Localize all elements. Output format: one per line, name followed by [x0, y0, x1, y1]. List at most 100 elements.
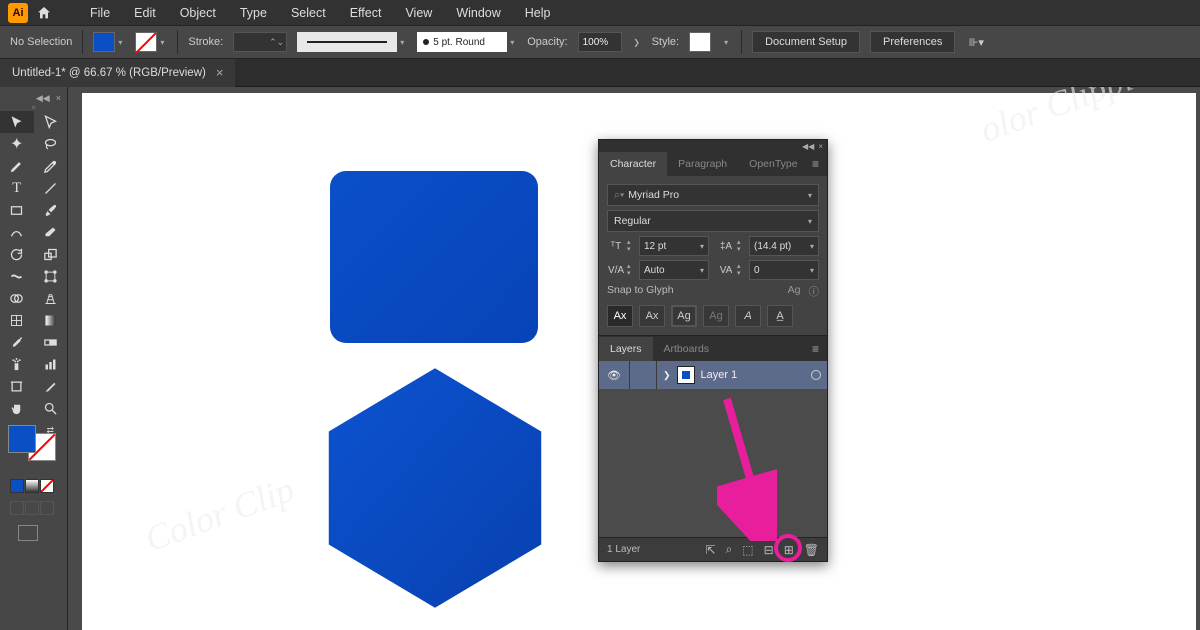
- glyph-btn-1[interactable]: Ax: [607, 305, 633, 327]
- paintbrush-tool[interactable]: [34, 199, 68, 221]
- delete-layer-icon[interactable]: 🗑: [804, 543, 819, 557]
- perspective-tool[interactable]: [34, 287, 68, 309]
- opacity-dropdown[interactable]: ❯: [632, 32, 642, 52]
- opacity-input[interactable]: 100%: [578, 32, 622, 52]
- font-size-control[interactable]: ᵀT ▴▾ 12 pt▾: [607, 236, 709, 256]
- tools-close-icon[interactable]: ×: [56, 93, 61, 103]
- foreground-color[interactable]: [8, 425, 36, 453]
- menu-effect[interactable]: Effect: [340, 2, 392, 24]
- style-dropdown[interactable]: ▾: [721, 32, 731, 52]
- visibility-icon[interactable]: 👁: [605, 369, 623, 382]
- stroke-profile[interactable]: [297, 32, 397, 52]
- glyph-btn-3[interactable]: Ag: [671, 305, 697, 327]
- artboard-tool[interactable]: [0, 375, 34, 397]
- fill-dropdown[interactable]: ▾: [115, 32, 125, 52]
- leading-control[interactable]: ‡A ▴▾ (14.4 pt)▾: [717, 236, 819, 256]
- free-transform-tool[interactable]: [34, 265, 68, 287]
- tab-artboards[interactable]: Artboards: [653, 337, 721, 361]
- swap-colors-icon[interactable]: ⇄: [46, 425, 54, 436]
- glyph-btn-4[interactable]: Ag: [703, 305, 729, 327]
- rectangle-tool[interactable]: [0, 199, 34, 221]
- layer-target-icon[interactable]: [811, 370, 821, 380]
- direct-selection-tool[interactable]: [34, 111, 68, 133]
- draw-normal[interactable]: [10, 501, 24, 515]
- glyph-btn-2[interactable]: Ax: [639, 305, 665, 327]
- gradient-tool[interactable]: [34, 309, 68, 331]
- menu-type[interactable]: Type: [230, 2, 277, 24]
- lasso-tool[interactable]: [34, 133, 68, 155]
- layer-row[interactable]: 👁 ❯ Layer 1: [599, 361, 827, 389]
- snap-info-icon[interactable]: ⓘ: [809, 284, 820, 299]
- menu-help[interactable]: Help: [515, 2, 561, 24]
- menu-select[interactable]: Select: [281, 2, 336, 24]
- layer-name[interactable]: Layer 1: [701, 369, 738, 381]
- stroke-dropdown[interactable]: ▾: [157, 32, 167, 52]
- fill-stroke-swatches[interactable]: ⇄: [8, 425, 56, 461]
- stroke-swatch[interactable]: [135, 32, 157, 52]
- color-mode-solid[interactable]: [10, 479, 24, 493]
- type-tool[interactable]: T: [0, 177, 34, 199]
- kerning-control[interactable]: V/A ▴▾ Auto▾: [607, 260, 709, 280]
- home-button[interactable]: [34, 3, 54, 23]
- layer-locate-icon[interactable]: ⌕: [726, 542, 733, 557]
- menu-window[interactable]: Window: [446, 2, 510, 24]
- align-icon[interactable]: ⊪▾: [965, 31, 987, 53]
- font-family-select[interactable]: ⌕▾ Myriad Pro ▾: [607, 184, 819, 206]
- menu-file[interactable]: File: [80, 2, 120, 24]
- mesh-tool[interactable]: [0, 309, 34, 331]
- layer-sublayer-icon[interactable]: ⊟: [764, 543, 774, 557]
- hand-tool[interactable]: [0, 397, 34, 419]
- eraser-tool[interactable]: [34, 221, 68, 243]
- draw-behind[interactable]: [25, 501, 39, 515]
- magic-wand-tool[interactable]: ✦: [0, 133, 34, 155]
- glyph-btn-5[interactable]: A: [735, 305, 761, 327]
- symbol-sprayer-tool[interactable]: [0, 353, 34, 375]
- layers-menu-icon[interactable]: ≡: [812, 342, 827, 356]
- fill-swatch[interactable]: [93, 32, 115, 52]
- tab-close-icon[interactable]: ×: [216, 65, 224, 80]
- zoom-tool[interactable]: [34, 397, 68, 419]
- tools-collapse-icon[interactable]: ◀◀: [36, 93, 50, 104]
- snap-glyph-icon[interactable]: Ag: [788, 284, 801, 299]
- menu-view[interactable]: View: [395, 2, 442, 24]
- selection-tool[interactable]: [0, 111, 34, 133]
- glyph-btn-6[interactable]: A̲: [767, 305, 793, 327]
- rotate-tool[interactable]: [0, 243, 34, 265]
- document-setup-button[interactable]: Document Setup: [752, 31, 860, 53]
- tab-character[interactable]: Character: [599, 152, 667, 176]
- menu-object[interactable]: Object: [170, 2, 226, 24]
- style-swatch[interactable]: [689, 32, 711, 52]
- tab-opentype[interactable]: OpenType: [738, 152, 808, 176]
- pen-tool[interactable]: [0, 155, 34, 177]
- eyedropper-tool[interactable]: [0, 331, 34, 353]
- width-tool[interactable]: [0, 265, 34, 287]
- menu-edit[interactable]: Edit: [124, 2, 166, 24]
- document-tab[interactable]: Untitled-1* @ 66.67 % (RGB/Preview) ×: [0, 59, 235, 87]
- stroke-weight-input[interactable]: ⌃⌄: [233, 32, 287, 52]
- layer-clip-icon[interactable]: ⬚: [742, 543, 753, 557]
- panel-menu-icon[interactable]: ≡: [812, 157, 827, 171]
- screen-mode[interactable]: [4, 525, 63, 541]
- panel-close-icon[interactable]: ×: [818, 142, 823, 151]
- rectangle-shape[interactable]: [330, 171, 538, 343]
- scale-tool[interactable]: [34, 243, 68, 265]
- brush-select[interactable]: 5 pt. Round: [417, 32, 507, 52]
- expand-layer-icon[interactable]: ❯: [663, 370, 671, 381]
- tab-paragraph[interactable]: Paragraph: [667, 152, 738, 176]
- slice-tool[interactable]: [34, 375, 68, 397]
- canvas-area[interactable]: Color Clip olor Clippi ◀◀ × Character Pa…: [68, 87, 1200, 630]
- graph-tool[interactable]: [34, 353, 68, 375]
- font-style-select[interactable]: Regular ▾: [607, 210, 819, 232]
- shaper-tool[interactable]: [0, 221, 34, 243]
- color-mode-none[interactable]: [40, 479, 54, 493]
- shape-builder-tool[interactable]: [0, 287, 34, 309]
- new-layer-icon[interactable]: ⊞: [784, 543, 794, 557]
- layer-export-icon[interactable]: ⇱: [706, 543, 716, 557]
- tracking-control[interactable]: VA ▴▾ 0▾: [717, 260, 819, 280]
- color-mode-gradient[interactable]: [25, 479, 39, 493]
- draw-inside[interactable]: [40, 501, 54, 515]
- curvature-tool[interactable]: [34, 155, 68, 177]
- preferences-button[interactable]: Preferences: [870, 31, 955, 53]
- hexagon-shape[interactable]: [322, 363, 548, 613]
- line-tool[interactable]: [34, 177, 68, 199]
